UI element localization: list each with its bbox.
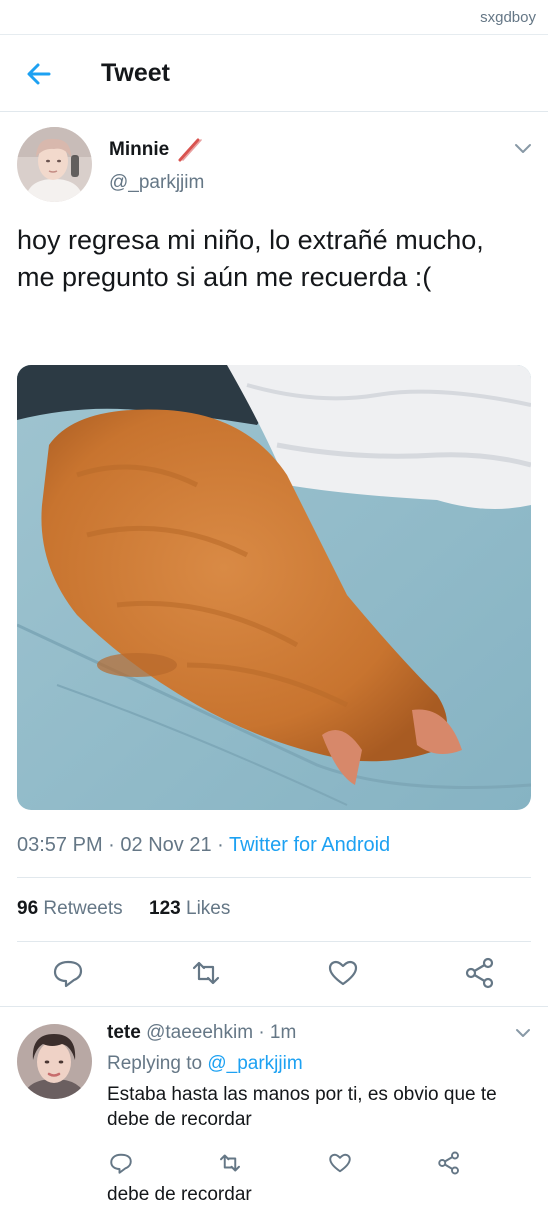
- share-icon[interactable]: [460, 953, 500, 993]
- author-handle[interactable]: @_parkjjim: [109, 172, 204, 194]
- page-title: Tweet: [101, 59, 170, 87]
- retweet-count: 96: [17, 898, 39, 919]
- retweets-stat[interactable]: 96 Retweets: [17, 898, 123, 919]
- share-icon[interactable]: [434, 1148, 464, 1178]
- replying-to-label: Replying to: [107, 1053, 203, 1074]
- like-icon[interactable]: [325, 1148, 355, 1178]
- reply-author-name[interactable]: tete: [107, 1022, 141, 1043]
- meta-separator: ·: [217, 834, 229, 856]
- author-avatar[interactable]: [17, 127, 92, 202]
- like-count: 123: [149, 898, 181, 919]
- chevron-down-icon[interactable]: [513, 1026, 533, 1042]
- tweet-source-link[interactable]: Twitter for Android: [229, 834, 390, 856]
- retweet-label: Retweets: [43, 898, 123, 919]
- reply-icon[interactable]: [48, 953, 88, 993]
- replying-to: Replying to @_parkjjim: [107, 1053, 303, 1075]
- divider: [17, 941, 531, 942]
- reply-actions: [0, 1148, 548, 1182]
- reply-author-handle[interactable]: @taeeehkim: [146, 1022, 253, 1043]
- meta-separator: ·: [108, 834, 121, 856]
- tweet-photo[interactable]: [17, 365, 531, 810]
- divider: [0, 1006, 548, 1007]
- retweet-icon[interactable]: [215, 1148, 245, 1178]
- tweet-meta: 03:57 PM · 02 Nov 21 · Twitter for Andro…: [17, 834, 390, 857]
- reply-avatar[interactable]: [17, 1024, 92, 1099]
- likes-stat[interactable]: 123 Likes: [149, 898, 230, 919]
- divider: [17, 877, 531, 878]
- cut-off-text: debe de recordar: [107, 1184, 252, 1205]
- meta-separator: ·: [258, 1022, 265, 1043]
- author-name[interactable]: Minnie: [109, 139, 169, 161]
- reply-header: tete @taeeehkim · 1m: [107, 1022, 296, 1044]
- header-bar: Tweet: [0, 34, 548, 112]
- reply-text: Estaba hasta las manos por ti, es obvio …: [107, 1084, 497, 1130]
- reply-time: 1m: [269, 1022, 297, 1043]
- tweet-date: 02 Nov 21: [120, 834, 212, 856]
- like-icon[interactable]: [323, 953, 363, 993]
- tweet-actions: [0, 953, 548, 995]
- like-label: Likes: [186, 898, 231, 919]
- tweet-stats: 96 Retweets 123 Likes: [17, 898, 230, 920]
- tweet-time: 03:57 PM: [17, 834, 103, 856]
- tweet-text: hoy regresa mi niño, lo extrañé mucho, m…: [17, 225, 484, 292]
- retweet-icon[interactable]: [186, 953, 226, 993]
- chevron-down-icon[interactable]: [512, 140, 534, 158]
- reply-icon[interactable]: [106, 1148, 136, 1178]
- back-arrow-icon[interactable]: [22, 57, 56, 91]
- watermark: sxgdboy: [480, 9, 536, 26]
- pencil-icon: [176, 136, 204, 164]
- replying-to-handle[interactable]: @_parkjjim: [207, 1053, 302, 1074]
